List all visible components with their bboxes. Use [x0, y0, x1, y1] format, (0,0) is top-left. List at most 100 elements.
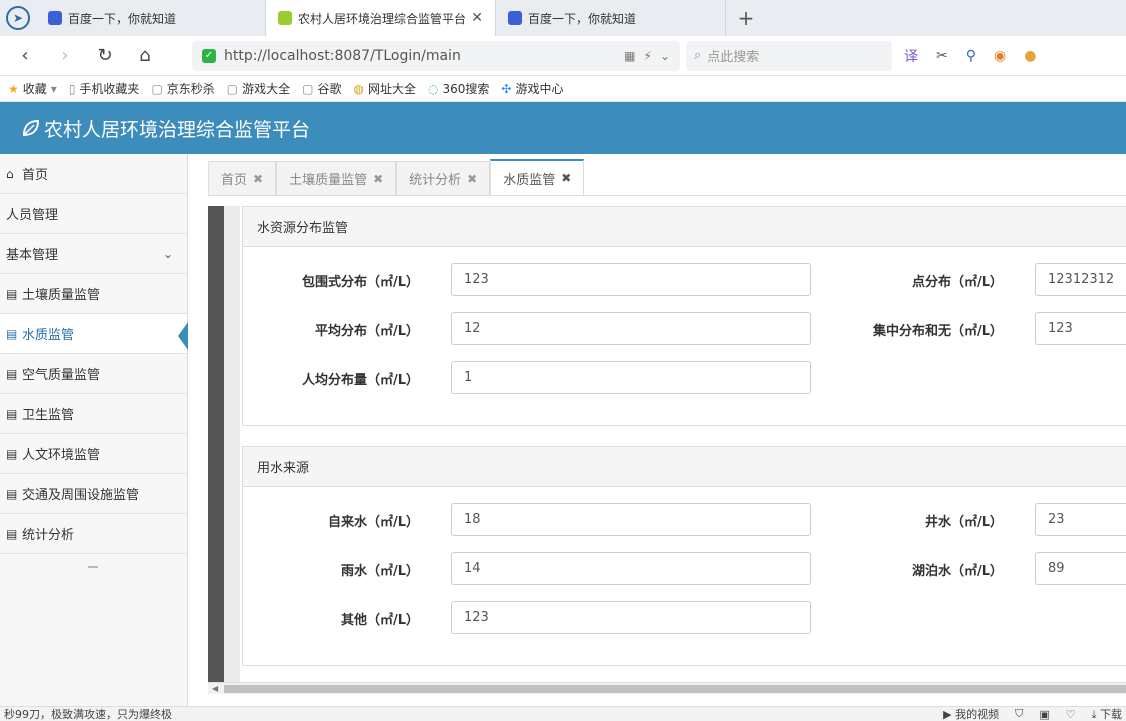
bookmark-label: 游戏中心 — [515, 82, 564, 96]
tab-water[interactable]: 水质监管 ✖ — [490, 159, 585, 195]
bookmark-label: 360搜索 — [442, 82, 490, 96]
close-icon[interactable]: ✖ — [253, 172, 263, 186]
horizontal-scrollbar[interactable]: ◀ — [208, 682, 1126, 694]
gamepad-icon[interactable]: ◉ — [988, 48, 1012, 64]
forward-button[interactable]: › — [48, 41, 82, 71]
enclosed-distribution-input[interactable]: 123 — [451, 263, 811, 296]
concentrated-distribution-input[interactable]: 123 — [1035, 312, 1126, 345]
field-label: 人均分布量（㎡/L） — [301, 373, 419, 388]
tab-soil[interactable]: 土壤质量监管 ✖ — [276, 161, 397, 195]
baidu-favicon-icon — [48, 11, 62, 25]
sidebar-item-soil[interactable]: ▤ 土壤质量监管 — [0, 274, 187, 314]
average-distribution-input[interactable]: 12 — [451, 312, 811, 345]
bookmark-item[interactable]: ▢ 游戏大全 — [227, 80, 290, 97]
well-water-input[interactable]: 23 — [1035, 503, 1126, 536]
app-header: 农村人居环境治理综合监管平台 — [0, 102, 1126, 154]
lake-water-input[interactable]: 89 — [1035, 552, 1126, 585]
sidebar-item-label: 水质监管 — [22, 328, 75, 343]
sidebar-item-label: 统计分析 — [22, 528, 75, 543]
new-tab-button[interactable]: + — [726, 0, 766, 36]
bookmark-label: 网址大全 — [368, 82, 417, 96]
bookmark-item[interactable]: ✣ 游戏中心 — [501, 80, 563, 97]
bookmark-item[interactable]: ▢ 谷歌 — [302, 80, 341, 97]
list-icon: ▤ — [6, 406, 18, 421]
field-label: 平均分布（㎡/L） — [314, 324, 419, 339]
bookmark-item[interactable]: ▯ 手机收藏夹 — [69, 80, 140, 97]
reload-button[interactable]: ↻ — [88, 41, 122, 71]
download-label: 下载 — [1100, 708, 1122, 721]
game-center-icon: ✣ — [501, 81, 512, 96]
sidebar-item-culture[interactable]: ▤ 人文环境监管 — [0, 434, 187, 474]
tab-label: 首页 — [221, 173, 248, 188]
sidebar-item-hygiene[interactable]: ▤ 卫生监管 — [0, 394, 187, 434]
frame-left-scrollbar[interactable] — [208, 206, 240, 682]
address-toolbar: ‹ › ↻ ⌂ ✓ http://localhost:8087/TLogin/m… — [0, 36, 1126, 76]
heart-icon[interactable]: ♡ — [1066, 708, 1076, 721]
scissors-icon[interactable]: ✂ — [930, 48, 954, 64]
panel-title: 水资源分布监管 — [243, 207, 1126, 247]
panel-title: 用水来源 — [243, 447, 1126, 487]
home-button[interactable]: ⌂ — [128, 41, 162, 71]
sidebar-item-label: 交通及周围设施监管 — [22, 488, 140, 503]
download-button[interactable]: ⤓ 下载 — [1092, 706, 1122, 721]
chevron-down-icon: ⌄ — [162, 246, 173, 261]
browser-tab[interactable]: 百度一下，你就知道 — [36, 0, 266, 36]
sidebar-item-basic[interactable]: 基本管理 ⌄ — [0, 234, 187, 274]
url-bar[interactable]: ✓ http://localhost:8087/TLogin/main ▦ ⚡ … — [192, 40, 680, 71]
sidebar-collapse-handle[interactable] — [88, 566, 98, 568]
per-capita-distribution-input[interactable]: 1 — [451, 361, 811, 394]
sidebar-item-home[interactable]: ⌂ 首页 — [0, 154, 187, 194]
list-icon: ▤ — [6, 326, 18, 341]
my-video-button[interactable]: ▶ 我的视频 — [943, 706, 999, 721]
close-icon[interactable]: ✖ — [561, 171, 571, 185]
browser-tab-active[interactable]: 农村人居环境治理综合监管平台 ✕ — [266, 0, 496, 36]
list-icon: ▤ — [6, 446, 18, 461]
secure-shield-icon: ✓ — [202, 48, 216, 63]
list-icon: ▤ — [6, 366, 18, 381]
bookmark-item[interactable]: ◌ 360搜索 — [428, 80, 489, 97]
extension-icon[interactable]: ● — [1018, 48, 1042, 64]
scroll-left-icon[interactable]: ◀ — [212, 684, 218, 693]
shield-icon[interactable]: ⛉ — [1015, 707, 1023, 721]
sidebar-item-statistics[interactable]: ▤ 统计分析 — [0, 514, 187, 554]
lightning-icon[interactable]: ⚡ — [644, 49, 652, 63]
video-icon: ▶ — [943, 708, 952, 721]
browser-logo-icon[interactable]: ➤ — [0, 0, 36, 36]
sidebar-item-air[interactable]: ▤ 空气质量监管 — [0, 354, 187, 394]
close-tab-icon[interactable]: ✕ — [471, 10, 483, 26]
point-distribution-input[interactable]: 12312312 — [1035, 263, 1126, 296]
translate-icon[interactable]: 译 — [898, 46, 924, 66]
back-button[interactable]: ‹ — [8, 41, 42, 71]
bookmark-item[interactable]: ◍ 网址大全 — [354, 80, 417, 97]
home-icon: ⌂ — [6, 166, 14, 181]
sidebar-item-personnel[interactable]: 人员管理 — [0, 194, 187, 234]
star-icon: ★ — [8, 81, 19, 96]
content-frame: 水资源分布监管 包围式分布（㎡/L） 123 点分布（㎡/L） 12312312… — [208, 206, 1126, 696]
search-box[interactable]: ⌕ 点此搜索 — [686, 40, 892, 71]
field-label: 其他（㎡/L） — [340, 613, 419, 628]
other-water-input[interactable]: 123 — [451, 601, 811, 634]
browser-tab[interactable]: 百度一下，你就知道 — [496, 0, 726, 36]
bookmark-item[interactable]: ▢ 京东秒杀 — [151, 80, 214, 97]
qr-code-icon[interactable]: ▦ — [624, 49, 635, 63]
sidebar-item-label: 首页 — [22, 168, 49, 183]
status-ad-text[interactable]: 秒99刀，极致满攻速，只为爆终极 — [4, 706, 172, 721]
magnifier-icon[interactable]: ⚲ — [960, 48, 982, 64]
close-icon[interactable]: ✖ — [467, 172, 477, 186]
list-icon: ▤ — [6, 526, 18, 541]
tab-home[interactable]: 首页 ✖ — [208, 161, 277, 195]
sidebar-item-label: 土壤质量监管 — [22, 288, 101, 303]
close-icon[interactable]: ✖ — [373, 172, 383, 186]
sidebar-item-traffic[interactable]: ▤ 交通及周围设施监管 — [0, 474, 187, 514]
list-icon: ▤ — [6, 486, 18, 501]
scrollbar-thumb[interactable] — [224, 685, 1126, 693]
tap-water-input[interactable]: 18 — [451, 503, 811, 536]
tab-label: 统计分析 — [409, 173, 462, 188]
sidebar-item-water[interactable]: ▤ 水质监管 — [0, 314, 188, 354]
image-icon[interactable]: ▣ — [1039, 708, 1049, 721]
chevron-down-icon[interactable]: ⌄ — [660, 49, 670, 63]
bookmark-item[interactable]: ★ 收藏 ▾ — [8, 80, 57, 97]
rain-water-input[interactable]: 14 — [451, 552, 811, 585]
page-icon: ▢ — [226, 81, 239, 96]
tab-statistics[interactable]: 统计分析 ✖ — [396, 161, 491, 195]
